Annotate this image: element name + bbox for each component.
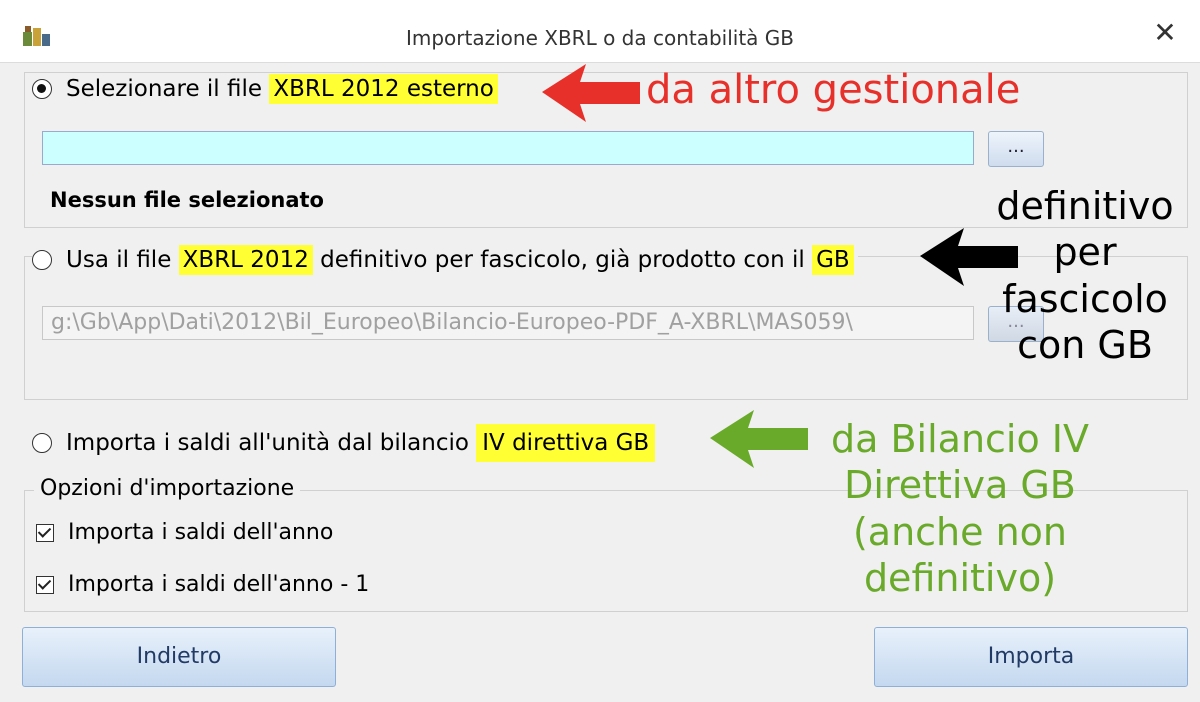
external-file-input[interactable] xyxy=(42,131,974,165)
radio-option-external-file[interactable]: Selezionare il file XBRL 2012 esterno xyxy=(32,74,498,104)
option2-label-middle: definitivo per fascicolo, già prodotto c… xyxy=(312,247,813,273)
radio-option-iv-directive[interactable]: Importa i saldi all'unità dal bilancio I… xyxy=(32,424,656,462)
option3-highlight: IV direttiva GB xyxy=(476,424,656,462)
annotation-black-line: definitivo xyxy=(996,184,1174,228)
option3-label: Importa i saldi all'unità dal bilancio xyxy=(66,430,477,456)
annotation-green: da Bilancio IV Direttiva GB (anche non d… xyxy=(800,416,1120,601)
option1-label: Selezionare il file xyxy=(66,76,270,102)
import-button[interactable]: Importa xyxy=(874,627,1188,687)
annotation-black-line: fascicolo xyxy=(1002,276,1168,321)
annotation-green-line: (anche non xyxy=(852,509,1068,554)
checkbox-saldi-anno-precedente[interactable]: Importa i saldi dell'anno - 1 xyxy=(36,572,369,597)
file-status-label: Nessun file selezionato xyxy=(50,188,324,212)
radio-button[interactable] xyxy=(32,433,52,453)
title-bar: Importazione XBRL o da contabilità GB ✕ xyxy=(0,0,1200,63)
checkbox-label: Importa i saldi dell'anno - 1 xyxy=(68,572,370,597)
checkbox[interactable] xyxy=(36,523,54,542)
option2-highlight-gb: GB xyxy=(812,245,854,275)
window-title: Importazione XBRL o da contabilità GB xyxy=(405,26,795,50)
annotation-black: definitivo per fascicolo con GB xyxy=(980,183,1190,368)
browse-button-external[interactable]: ... xyxy=(988,131,1044,167)
option2-label-prefix: Usa il file xyxy=(66,247,179,273)
back-button[interactable]: Indietro xyxy=(22,627,336,687)
gb-file-path-input[interactable]: g:\Gb\App\Dati\2012\Bil_Europeo\Bilancio… xyxy=(42,306,974,340)
checkbox-label: Importa i saldi dell'anno xyxy=(68,520,334,545)
option2-highlight-xbrl: XBRL 2012 xyxy=(178,245,313,275)
green-arrow-icon xyxy=(710,410,808,468)
annotation-black-line: per xyxy=(1053,230,1117,275)
option1-highlight: XBRL 2012 esterno xyxy=(269,74,498,104)
radio-option-gb-file[interactable]: Usa il file XBRL 2012 definitivo per fas… xyxy=(32,245,858,275)
radio-button[interactable] xyxy=(32,250,52,270)
checkbox[interactable] xyxy=(36,575,54,594)
radio-button[interactable] xyxy=(32,79,52,99)
annotation-green-line: definitivo) xyxy=(863,556,1057,601)
annotation-red: da altro gestionale xyxy=(646,67,1021,113)
annotation-black-line: con GB xyxy=(1017,323,1153,368)
checkbox-saldi-anno[interactable]: Importa i saldi dell'anno xyxy=(36,520,333,545)
red-arrow-icon xyxy=(542,64,640,122)
annotation-green-line: da Bilancio IV xyxy=(830,417,1090,461)
annotation-green-line: Direttiva GB xyxy=(844,463,1076,508)
close-icon[interactable]: ✕ xyxy=(1150,18,1180,48)
import-options-legend: Opzioni d'importazione xyxy=(34,476,301,501)
